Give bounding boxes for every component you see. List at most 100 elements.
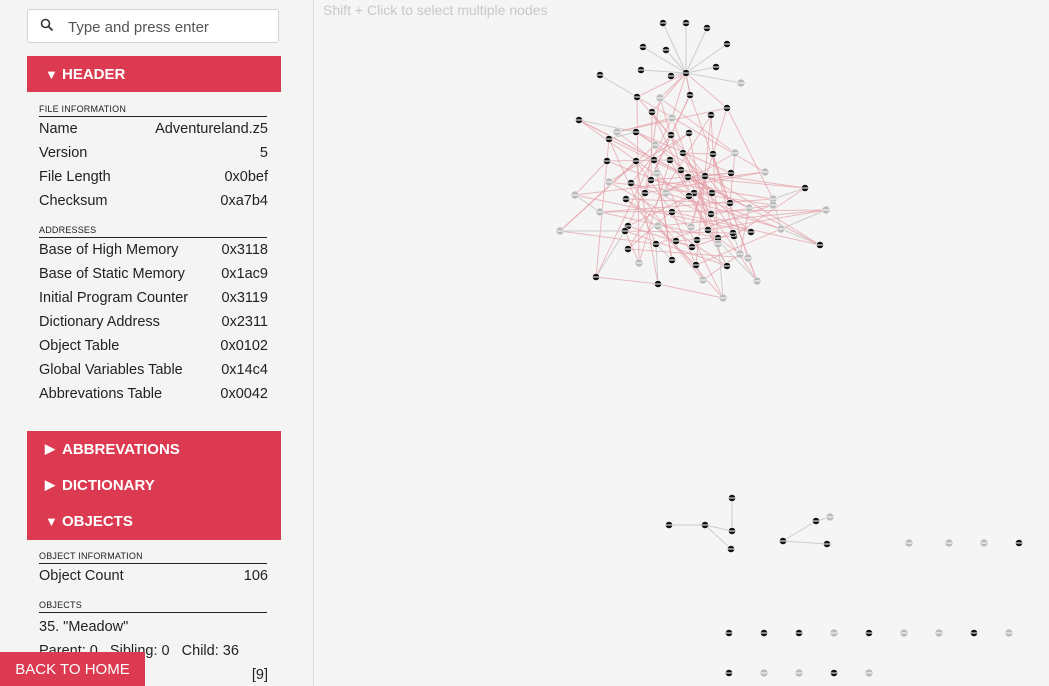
graph-node[interactable] bbox=[624, 245, 632, 253]
graph-node[interactable] bbox=[604, 177, 614, 187]
graph-node[interactable] bbox=[865, 629, 873, 637]
graph-node[interactable] bbox=[686, 91, 694, 99]
graph-node[interactable] bbox=[633, 93, 641, 101]
graph-node[interactable] bbox=[667, 72, 675, 80]
graph-node[interactable] bbox=[726, 199, 734, 207]
graph-node[interactable] bbox=[684, 173, 692, 181]
graph-node[interactable] bbox=[603, 157, 611, 165]
graph-node[interactable] bbox=[776, 224, 786, 234]
graph-node[interactable] bbox=[648, 108, 656, 116]
graph-node[interactable] bbox=[729, 229, 737, 237]
graph-node[interactable] bbox=[672, 237, 680, 245]
graph-node[interactable] bbox=[760, 167, 770, 177]
graph-node[interactable] bbox=[812, 517, 820, 525]
graph-nodes[interactable] bbox=[555, 19, 1023, 678]
graph-node[interactable] bbox=[627, 179, 635, 187]
graph-node[interactable] bbox=[743, 253, 753, 263]
graph-node[interactable] bbox=[730, 148, 740, 158]
graph-node[interactable] bbox=[723, 40, 731, 48]
graph-node[interactable] bbox=[555, 226, 565, 236]
graph-node[interactable] bbox=[899, 628, 909, 638]
graph-node[interactable] bbox=[944, 538, 954, 548]
graph-node[interactable] bbox=[685, 129, 693, 137]
graph-node[interactable] bbox=[605, 135, 613, 143]
graph-node[interactable] bbox=[596, 71, 604, 79]
graph-node[interactable] bbox=[621, 227, 629, 235]
graph-node[interactable] bbox=[712, 63, 720, 71]
graph-node[interactable] bbox=[592, 273, 600, 281]
graph-node[interactable] bbox=[744, 203, 754, 213]
graph-node[interactable] bbox=[779, 537, 787, 545]
graph-node[interactable] bbox=[637, 66, 645, 74]
graph-node[interactable] bbox=[735, 249, 745, 259]
graph-node[interactable] bbox=[661, 188, 671, 198]
graph-node[interactable] bbox=[575, 116, 583, 124]
graph-node[interactable] bbox=[634, 258, 644, 268]
graph-node[interactable] bbox=[650, 156, 658, 164]
graph-node[interactable] bbox=[647, 176, 655, 184]
graph-node[interactable] bbox=[718, 293, 728, 303]
graph-node[interactable] bbox=[752, 276, 762, 286]
graph-node[interactable] bbox=[682, 19, 690, 27]
graph-node[interactable] bbox=[727, 169, 735, 177]
graph-node[interactable] bbox=[725, 669, 733, 677]
graph-node[interactable] bbox=[709, 150, 717, 158]
graph-node[interactable] bbox=[728, 527, 736, 535]
graph-node[interactable] bbox=[707, 210, 715, 218]
graph-node[interactable] bbox=[829, 628, 839, 638]
graph-node[interactable] bbox=[650, 140, 660, 150]
graph-node[interactable] bbox=[682, 69, 690, 77]
graph-node[interactable] bbox=[713, 239, 723, 249]
graph-node[interactable] bbox=[685, 192, 693, 200]
graph-node[interactable] bbox=[747, 228, 755, 236]
graph-node[interactable] bbox=[655, 93, 665, 103]
graph-node[interactable] bbox=[801, 184, 809, 192]
graph-node[interactable] bbox=[1004, 628, 1014, 638]
graph-node[interactable] bbox=[970, 629, 978, 637]
graph-node[interactable] bbox=[795, 629, 803, 637]
graph-node[interactable] bbox=[759, 668, 769, 678]
graph-node[interactable] bbox=[652, 240, 660, 248]
graph-node[interactable] bbox=[679, 149, 687, 157]
graph-node[interactable] bbox=[667, 131, 675, 139]
graph-node[interactable] bbox=[677, 166, 685, 174]
graph-node[interactable] bbox=[692, 261, 700, 269]
graph-node[interactable] bbox=[693, 236, 701, 244]
graph-node[interactable] bbox=[979, 538, 989, 548]
graph-node[interactable] bbox=[707, 111, 715, 119]
graph-node[interactable] bbox=[653, 221, 663, 231]
graph-node[interactable] bbox=[662, 46, 670, 54]
graph-node[interactable] bbox=[652, 168, 662, 178]
graph-node[interactable] bbox=[654, 280, 662, 288]
graph-node[interactable] bbox=[830, 669, 838, 677]
graph-node[interactable] bbox=[665, 521, 673, 529]
graph-node[interactable] bbox=[725, 629, 733, 637]
graph-node[interactable] bbox=[595, 207, 605, 217]
graph-node[interactable] bbox=[794, 668, 804, 678]
graph-node[interactable] bbox=[668, 256, 676, 264]
graph-node[interactable] bbox=[686, 222, 696, 232]
graph-node[interactable] bbox=[723, 104, 731, 112]
graph-node[interactable] bbox=[821, 205, 831, 215]
graph-node[interactable] bbox=[641, 189, 649, 197]
graph-node[interactable] bbox=[632, 128, 640, 136]
graph-node[interactable] bbox=[723, 262, 731, 270]
graph-node[interactable] bbox=[612, 127, 622, 137]
graph-node[interactable] bbox=[639, 43, 647, 51]
graph-node[interactable] bbox=[823, 540, 831, 548]
graph-node[interactable] bbox=[632, 157, 640, 165]
graph-node[interactable] bbox=[825, 512, 835, 522]
graph-node[interactable] bbox=[708, 189, 716, 197]
graph-node[interactable] bbox=[570, 190, 580, 200]
graph-node[interactable] bbox=[701, 521, 709, 529]
graph-node[interactable] bbox=[727, 545, 735, 553]
graph-node[interactable] bbox=[768, 200, 778, 210]
graph-node[interactable] bbox=[688, 243, 696, 251]
graph-node[interactable] bbox=[622, 195, 630, 203]
graph-node[interactable] bbox=[659, 19, 667, 27]
object-graph[interactable] bbox=[0, 0, 1049, 686]
graph-node[interactable] bbox=[904, 538, 914, 548]
graph-node[interactable] bbox=[728, 494, 736, 502]
graph-node[interactable] bbox=[701, 172, 709, 180]
graph-node[interactable] bbox=[816, 241, 824, 249]
